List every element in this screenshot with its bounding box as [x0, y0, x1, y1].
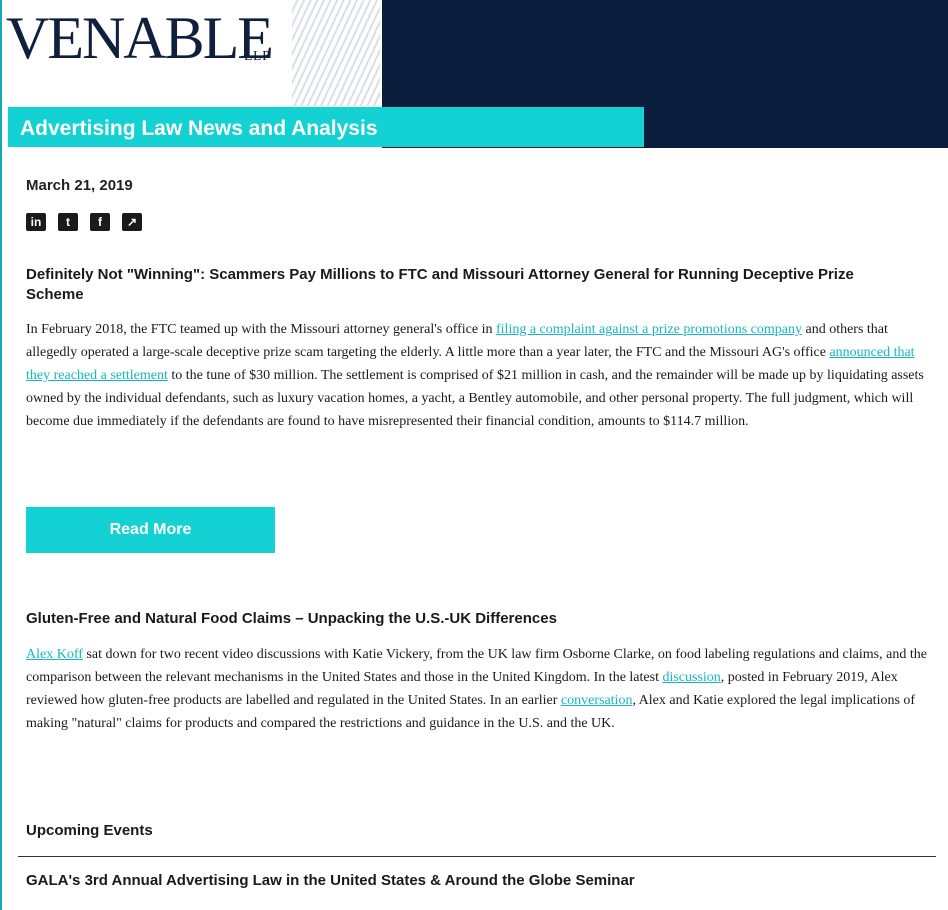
link-alex-koff[interactable]: Alex Koff — [26, 647, 83, 662]
issue-date: March 21, 2019 — [26, 177, 133, 194]
article2-title[interactable]: Gluten-Free and Natural Food Claims – Un… — [26, 609, 906, 629]
event-title[interactable]: GALA's 3rd Annual Advertising Law in the… — [26, 871, 906, 891]
social-icons: in t f ↗ — [26, 213, 142, 231]
link-discussion[interactable]: discussion — [662, 670, 720, 685]
linkedin-icon[interactable]: in — [26, 213, 46, 231]
logo-suffix: LLP — [244, 49, 271, 64]
read-more-button[interactable]: Read More — [26, 507, 275, 553]
link-filing-complaint[interactable]: filing a complaint against a prize promo… — [496, 322, 802, 337]
logo-area: VENABLE LLP — [2, 0, 380, 106]
events-divider — [18, 856, 936, 857]
article1-title[interactable]: Definitely Not "Winning": Scammers Pay M… — [26, 265, 906, 305]
twitter-icon[interactable]: t — [58, 213, 78, 231]
venable-logo[interactable]: VENABLE — [6, 8, 274, 68]
hatch-decoration — [292, 0, 380, 106]
upcoming-events-heading: Upcoming Events — [26, 822, 153, 839]
banner-title: Advertising Law News and Analysis — [20, 117, 378, 140]
share-icon[interactable]: ↗ — [122, 213, 142, 231]
link-conversation[interactable]: conversation — [561, 693, 633, 708]
article1-text-a: In February 2018, the FTC teamed up with… — [26, 322, 496, 337]
article2-body: Alex Koff sat down for two recent video … — [26, 643, 936, 735]
article1-body: In February 2018, the FTC teamed up with… — [26, 318, 936, 433]
facebook-icon[interactable]: f — [90, 213, 110, 231]
